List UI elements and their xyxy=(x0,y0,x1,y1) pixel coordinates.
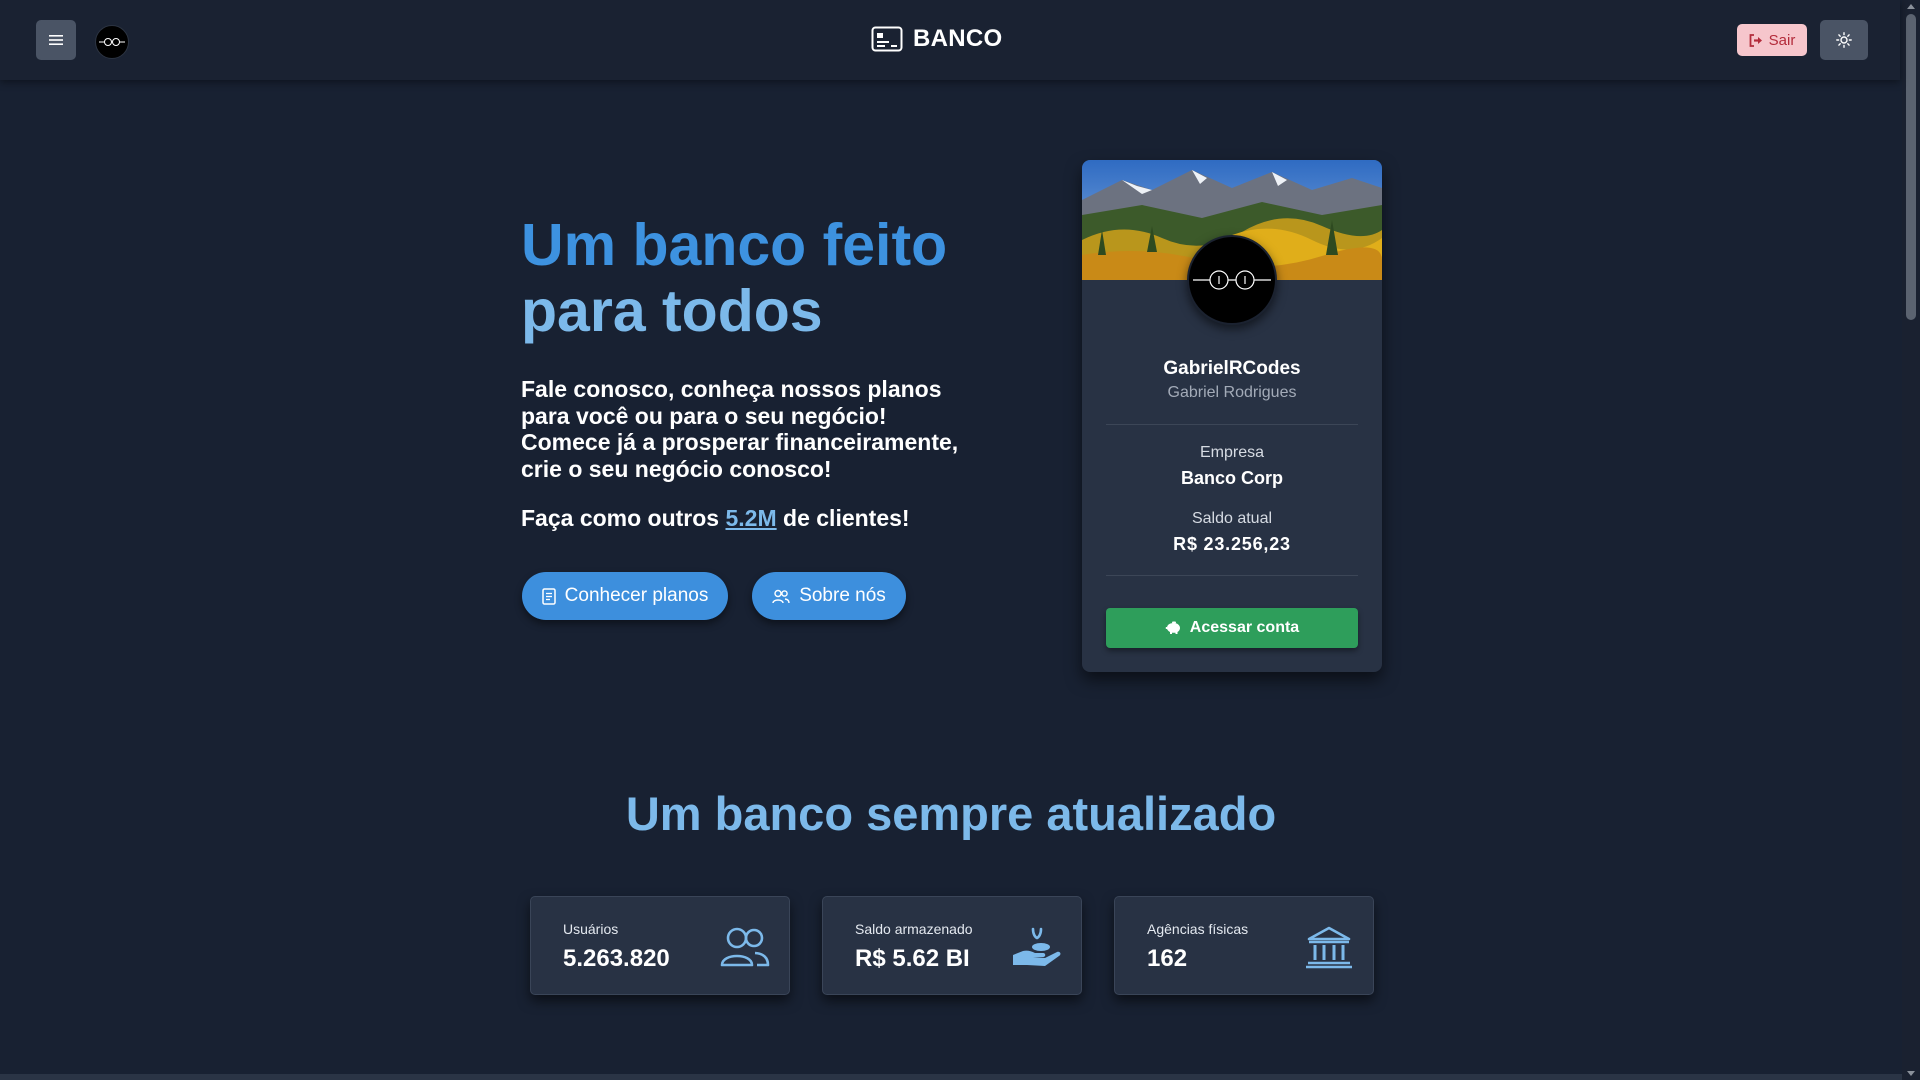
plans-button[interactable]: Conhecer planos xyxy=(522,572,728,620)
profile-avatar[interactable] xyxy=(1187,235,1277,325)
users-icon xyxy=(720,927,770,967)
stat-label: Saldo armazenado xyxy=(855,921,973,937)
scroll-down-arrow-icon[interactable] xyxy=(1907,1071,1915,1076)
card-divider xyxy=(1106,575,1358,576)
menu-button[interactable] xyxy=(36,20,76,60)
hero-title-line1: Um banco feito xyxy=(521,212,948,278)
scrollbar-thumb[interactable] xyxy=(1906,14,1916,320)
profile-username: GabrielRCodes xyxy=(1163,358,1301,379)
hero-description: Fale conosco, conheça nossos planos para… xyxy=(521,376,959,482)
balance-value: R$ 23.256,23 xyxy=(1173,534,1291,554)
stats-section-title: Um banco sempre atualizado xyxy=(625,787,1277,840)
user-avatar[interactable] xyxy=(95,25,129,59)
bank-building-icon xyxy=(1306,926,1352,969)
hamburger-menu-icon xyxy=(49,35,63,45)
sign-out-icon xyxy=(1749,33,1762,47)
clients-count-link[interactable]: 5.2M xyxy=(726,505,777,531)
users-icon xyxy=(772,589,790,603)
balance-label: Saldo atual xyxy=(1191,510,1273,527)
stat-card-users: Usuários 5.263.820 xyxy=(530,896,790,995)
company-label: Empresa xyxy=(1199,444,1265,461)
sun-icon xyxy=(1836,32,1852,48)
access-account-button[interactable]: Acessar conta xyxy=(1106,608,1358,648)
id-card-icon xyxy=(871,26,903,52)
avatar-logo-icon xyxy=(1193,270,1271,290)
stat-label: Agências físicas xyxy=(1147,921,1249,937)
stat-value: R$ 5.62 BI xyxy=(855,945,970,972)
scroll-up-arrow-icon[interactable] xyxy=(1907,4,1915,9)
hero-clients-text: Faça como outros 5.2M de clientes! xyxy=(521,505,981,532)
brand-name: BANCO xyxy=(913,25,1003,52)
stat-card-balance: Saldo armazenado R$ 5.62 BI xyxy=(822,896,1082,995)
logout-button[interactable]: Sair xyxy=(1737,24,1807,56)
page-scrollbar[interactable] xyxy=(1902,0,1920,1080)
top-navbar: BANCO Sair xyxy=(0,0,1900,80)
brand-logo[interactable]: BANCO xyxy=(871,22,1003,56)
about-button[interactable]: Sobre nós xyxy=(752,572,906,620)
access-account-label: Acessar conta xyxy=(1189,619,1300,636)
next-section-edge xyxy=(0,1074,1902,1080)
stat-card-agencies: Agências físicas 162 xyxy=(1114,896,1374,995)
hero-title: Um banco feito para todos xyxy=(521,212,1041,344)
logout-label: Sair xyxy=(1768,31,1796,49)
stat-value: 5.263.820 xyxy=(563,945,670,972)
card-divider xyxy=(1106,424,1358,425)
theme-toggle-button[interactable] xyxy=(1820,20,1868,60)
piggy-bank-icon xyxy=(1165,621,1180,634)
hero-title-line2: para todos xyxy=(521,278,823,344)
clients-suffix: de clientes! xyxy=(783,505,910,531)
clients-prefix: Faça como outros xyxy=(521,505,720,531)
about-button-label: Sobre nós xyxy=(799,585,886,606)
avatar-logo-icon xyxy=(99,38,125,46)
document-icon xyxy=(541,587,556,605)
hand-coin-icon xyxy=(1013,927,1061,966)
stat-value: 162 xyxy=(1147,945,1188,972)
stat-label: Usuários xyxy=(563,921,619,937)
plans-button-label: Conhecer planos xyxy=(564,585,709,606)
profile-card: GabrielRCodes Gabriel Rodrigues Empresa … xyxy=(1082,160,1382,672)
company-name: Banco Corp xyxy=(1180,468,1283,488)
profile-fullname: Gabriel Rodrigues xyxy=(1167,384,1297,401)
